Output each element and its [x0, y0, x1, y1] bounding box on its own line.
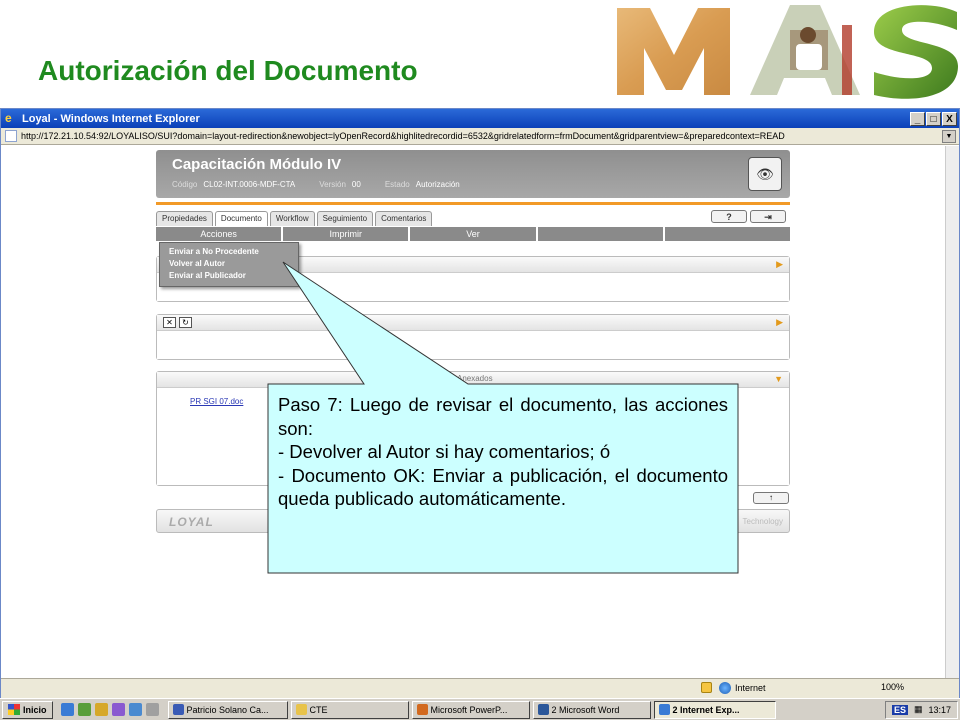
callout-line-3: - Documento OK: Enviar a publicación, el… [278, 464, 728, 510]
callout-shape [267, 261, 739, 574]
callout-line-1: Paso 7: Luego de revisar el documento, l… [278, 394, 728, 439]
slide: Autorización del Documento e Loyal - Win… [0, 0, 960, 720]
callout-line-2: - Devolver al Autor si hay comentarios; … [278, 441, 611, 462]
callout-text: Paso 7: Luego de revisar el documento, l… [278, 393, 728, 511]
